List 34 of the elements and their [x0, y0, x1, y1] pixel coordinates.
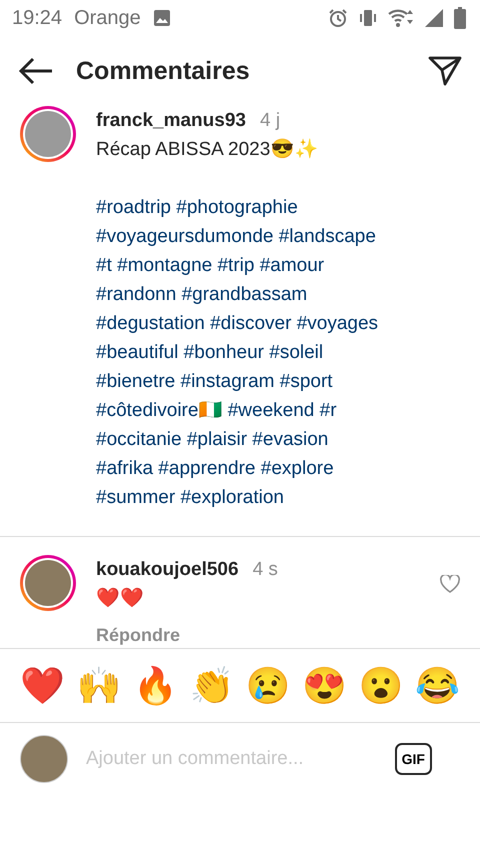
- gif-button[interactable]: GIF: [394, 743, 432, 775]
- hashtag-line[interactable]: #bienetre #instagram #sport: [96, 367, 378, 396]
- post-username[interactable]: franck_manus93: [96, 106, 246, 135]
- page-title: Commentaires: [76, 56, 251, 86]
- user-avatar-placeholder: [20, 735, 68, 783]
- post-age: 4 j: [260, 109, 280, 133]
- carrier-name: Orange: [74, 6, 141, 30]
- comment-username[interactable]: kouakoujoel506: [96, 555, 239, 584]
- hashtag-line[interactable]: #beautiful #bonheur #soleil: [96, 338, 378, 367]
- hashtag-line[interactable]: #degustation #discover #voyages: [96, 309, 378, 338]
- avatar-photo-placeholder: [25, 111, 71, 157]
- like-heart-icon[interactable]: [440, 575, 460, 593]
- avatar-photo-placeholder: [25, 560, 71, 606]
- comment-age: 4 s: [252, 558, 278, 582]
- wifi-icon: [388, 8, 414, 28]
- status-time: 19:24: [12, 6, 62, 30]
- send-button[interactable]: [428, 55, 462, 87]
- hashtag-line[interactable]: #summer #exploration: [96, 483, 378, 512]
- back-button[interactable]: [18, 56, 54, 86]
- emoji-reaction-button[interactable]: ❤: [20, 668, 65, 704]
- battery-icon: [454, 7, 466, 29]
- comment-text: ❤❤: [96, 586, 145, 611]
- hashtag-line[interactable]: #t #montagne #trip #amour: [96, 251, 378, 280]
- image-icon: [152, 9, 171, 27]
- post-caption: Récap ABISSA 2023😎✨: [96, 138, 320, 162]
- hashtag-line[interactable]: #afrika #apprendre #explore: [96, 454, 378, 483]
- alarm-icon: [328, 8, 348, 28]
- hashtag-line[interactable]: #occitanie #plaisir #evasion: [96, 425, 378, 454]
- hashtag-line[interactable]: #roadtrip #photographie: [96, 193, 378, 222]
- hashtag-line[interactable]: #voyageursdumonde #landscape: [96, 222, 378, 251]
- signal-icon: [424, 8, 444, 28]
- hashtag-line[interactable]: #côtedivoire🇨🇮 #weekend #r: [96, 396, 378, 425]
- hashtag-line[interactable]: #randonn #grandbassam: [96, 280, 378, 309]
- vibrate-icon: [358, 8, 378, 28]
